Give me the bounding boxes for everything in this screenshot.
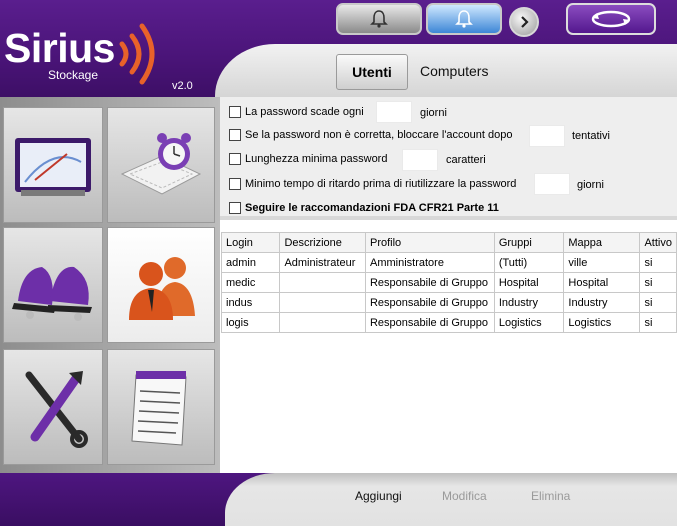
- lockout-unit: tentativi: [572, 130, 610, 142]
- lockout-option[interactable]: Se la password non è corretta, bloccare …: [229, 129, 512, 141]
- password-expiry-input[interactable]: [376, 101, 412, 123]
- min-length-checkbox[interactable]: [229, 153, 241, 165]
- reuse-delay-checkbox[interactable]: [229, 178, 241, 190]
- column-header[interactable]: Gruppi: [493, 232, 565, 253]
- chevron-right-icon: [521, 16, 529, 28]
- table-cell: si: [639, 292, 677, 313]
- table-cell: Responsabile di Gruppo: [364, 312, 495, 333]
- version-label: v2.0: [172, 80, 193, 92]
- table-cell: Responsabile di Gruppo: [364, 292, 495, 313]
- table-header-row: Login Descrizione Profilo Gruppi Mappa A…: [220, 232, 677, 253]
- password-expiry-label: La password scade ogni: [245, 106, 364, 118]
- min-length-label: Lunghezza minima password: [245, 153, 388, 165]
- refresh-button[interactable]: [566, 3, 656, 35]
- table-cell: Logistics: [493, 312, 565, 333]
- sidebar-tile-maintenance[interactable]: [3, 349, 103, 465]
- sidebar-tile-alarms[interactable]: [107, 107, 215, 223]
- column-header[interactable]: Mappa: [563, 232, 641, 253]
- table-cell: Administrateur: [279, 252, 366, 273]
- table-cell: Industry: [493, 292, 565, 313]
- lockout-checkbox[interactable]: [229, 129, 241, 141]
- bell-icon: [370, 10, 388, 28]
- table-cell: logis: [220, 312, 281, 333]
- table-cell: Amministratore: [364, 252, 495, 273]
- column-header[interactable]: Login: [220, 232, 281, 253]
- table-cell: Responsabile di Gruppo: [364, 272, 495, 293]
- table-cell: Hospital: [493, 272, 565, 293]
- fda-option[interactable]: Seguire le raccomandazioni FDA CFR21 Par…: [229, 202, 499, 214]
- table-cell: indus: [220, 292, 281, 313]
- bell-icon: [455, 10, 473, 28]
- min-length-input[interactable]: [402, 149, 438, 171]
- table-cell: [279, 272, 366, 293]
- sidebar-tile-notifications[interactable]: [3, 227, 103, 343]
- password-policy-panel: La password scade ogni giorni Se la pass…: [220, 97, 677, 220]
- refresh-icon: [591, 10, 631, 28]
- sidebar-tile-monitoring[interactable]: [3, 107, 103, 223]
- table-row[interactable]: indus Responsabile di Gruppo Industry In…: [220, 292, 677, 313]
- edit-button[interactable]: Modifica: [442, 489, 487, 503]
- table-cell: medic: [220, 272, 281, 293]
- add-button[interactable]: Aggiungi: [355, 489, 402, 503]
- gauge-icon: [15, 138, 91, 196]
- tools-icon: [25, 371, 88, 448]
- lockout-label: Se la password non è corretta, bloccare …: [245, 129, 513, 141]
- fda-checkbox[interactable]: [229, 202, 241, 214]
- logo-title: Sirius: [4, 25, 115, 71]
- table-row[interactable]: logis Responsabile di Gruppo Logistics L…: [220, 312, 677, 333]
- logo-subtitle: Stockage: [48, 68, 99, 82]
- table-cell: (Tutti): [493, 252, 565, 273]
- reuse-delay-option[interactable]: Minimo tempo di ritardo prima di riutili…: [229, 178, 516, 190]
- column-header[interactable]: Profilo: [364, 232, 495, 253]
- table-cell: [279, 312, 366, 333]
- table-cell: si: [639, 272, 677, 293]
- signal-waves-icon: [119, 23, 155, 85]
- table-cell: ville: [563, 252, 641, 273]
- tab-computers[interactable]: Computers: [420, 63, 488, 79]
- sidebar-tile-reports[interactable]: [107, 349, 215, 465]
- bells-icon: [12, 266, 92, 321]
- alarm-clock-icon: [120, 133, 202, 195]
- table-row[interactable]: medic Responsabile di Gruppo Hospital Ho…: [220, 272, 677, 293]
- reuse-delay-label: Minimo tempo di ritardo prima di riutili…: [245, 178, 517, 190]
- delete-button[interactable]: Elimina: [531, 489, 570, 503]
- table-cell: si: [639, 312, 677, 333]
- column-header[interactable]: Descrizione: [279, 232, 366, 253]
- min-length-unit: caratteri: [446, 154, 486, 166]
- password-expiry-unit: giorni: [420, 107, 447, 119]
- sidebar-tile-users[interactable]: [107, 227, 215, 343]
- tab-utenti[interactable]: Utenti: [336, 54, 408, 90]
- column-header[interactable]: Attivo: [639, 232, 677, 253]
- users-icon: [129, 257, 195, 320]
- sidebar: [0, 97, 220, 473]
- users-table: Login Descrizione Profilo Gruppi Mappa A…: [220, 232, 677, 333]
- notepad-icon: [131, 371, 187, 446]
- table-row[interactable]: admin Administrateur Amministratore (Tut…: [220, 252, 677, 273]
- table-cell: Logistics: [563, 312, 641, 333]
- table-cell: si: [639, 252, 677, 273]
- reuse-delay-unit: giorni: [577, 179, 604, 191]
- bell-active-button[interactable]: [426, 3, 502, 35]
- table-cell: Hospital: [563, 272, 641, 293]
- min-length-option[interactable]: Lunghezza minima password: [229, 153, 387, 165]
- lockout-input[interactable]: [529, 125, 565, 147]
- table-cell: admin: [220, 252, 281, 273]
- password-expiry-option[interactable]: La password scade ogni: [229, 106, 364, 118]
- table-cell: [279, 292, 366, 313]
- bell-button[interactable]: [336, 3, 422, 35]
- fda-label: Seguire le raccomandazioni FDA CFR21 Par…: [245, 202, 499, 214]
- table-cell: Industry: [563, 292, 641, 313]
- main-panel: La password scade ogni giorni Se la pass…: [220, 97, 677, 473]
- next-button[interactable]: [509, 7, 539, 37]
- reuse-delay-input[interactable]: [534, 173, 570, 195]
- password-expiry-checkbox[interactable]: [229, 106, 241, 118]
